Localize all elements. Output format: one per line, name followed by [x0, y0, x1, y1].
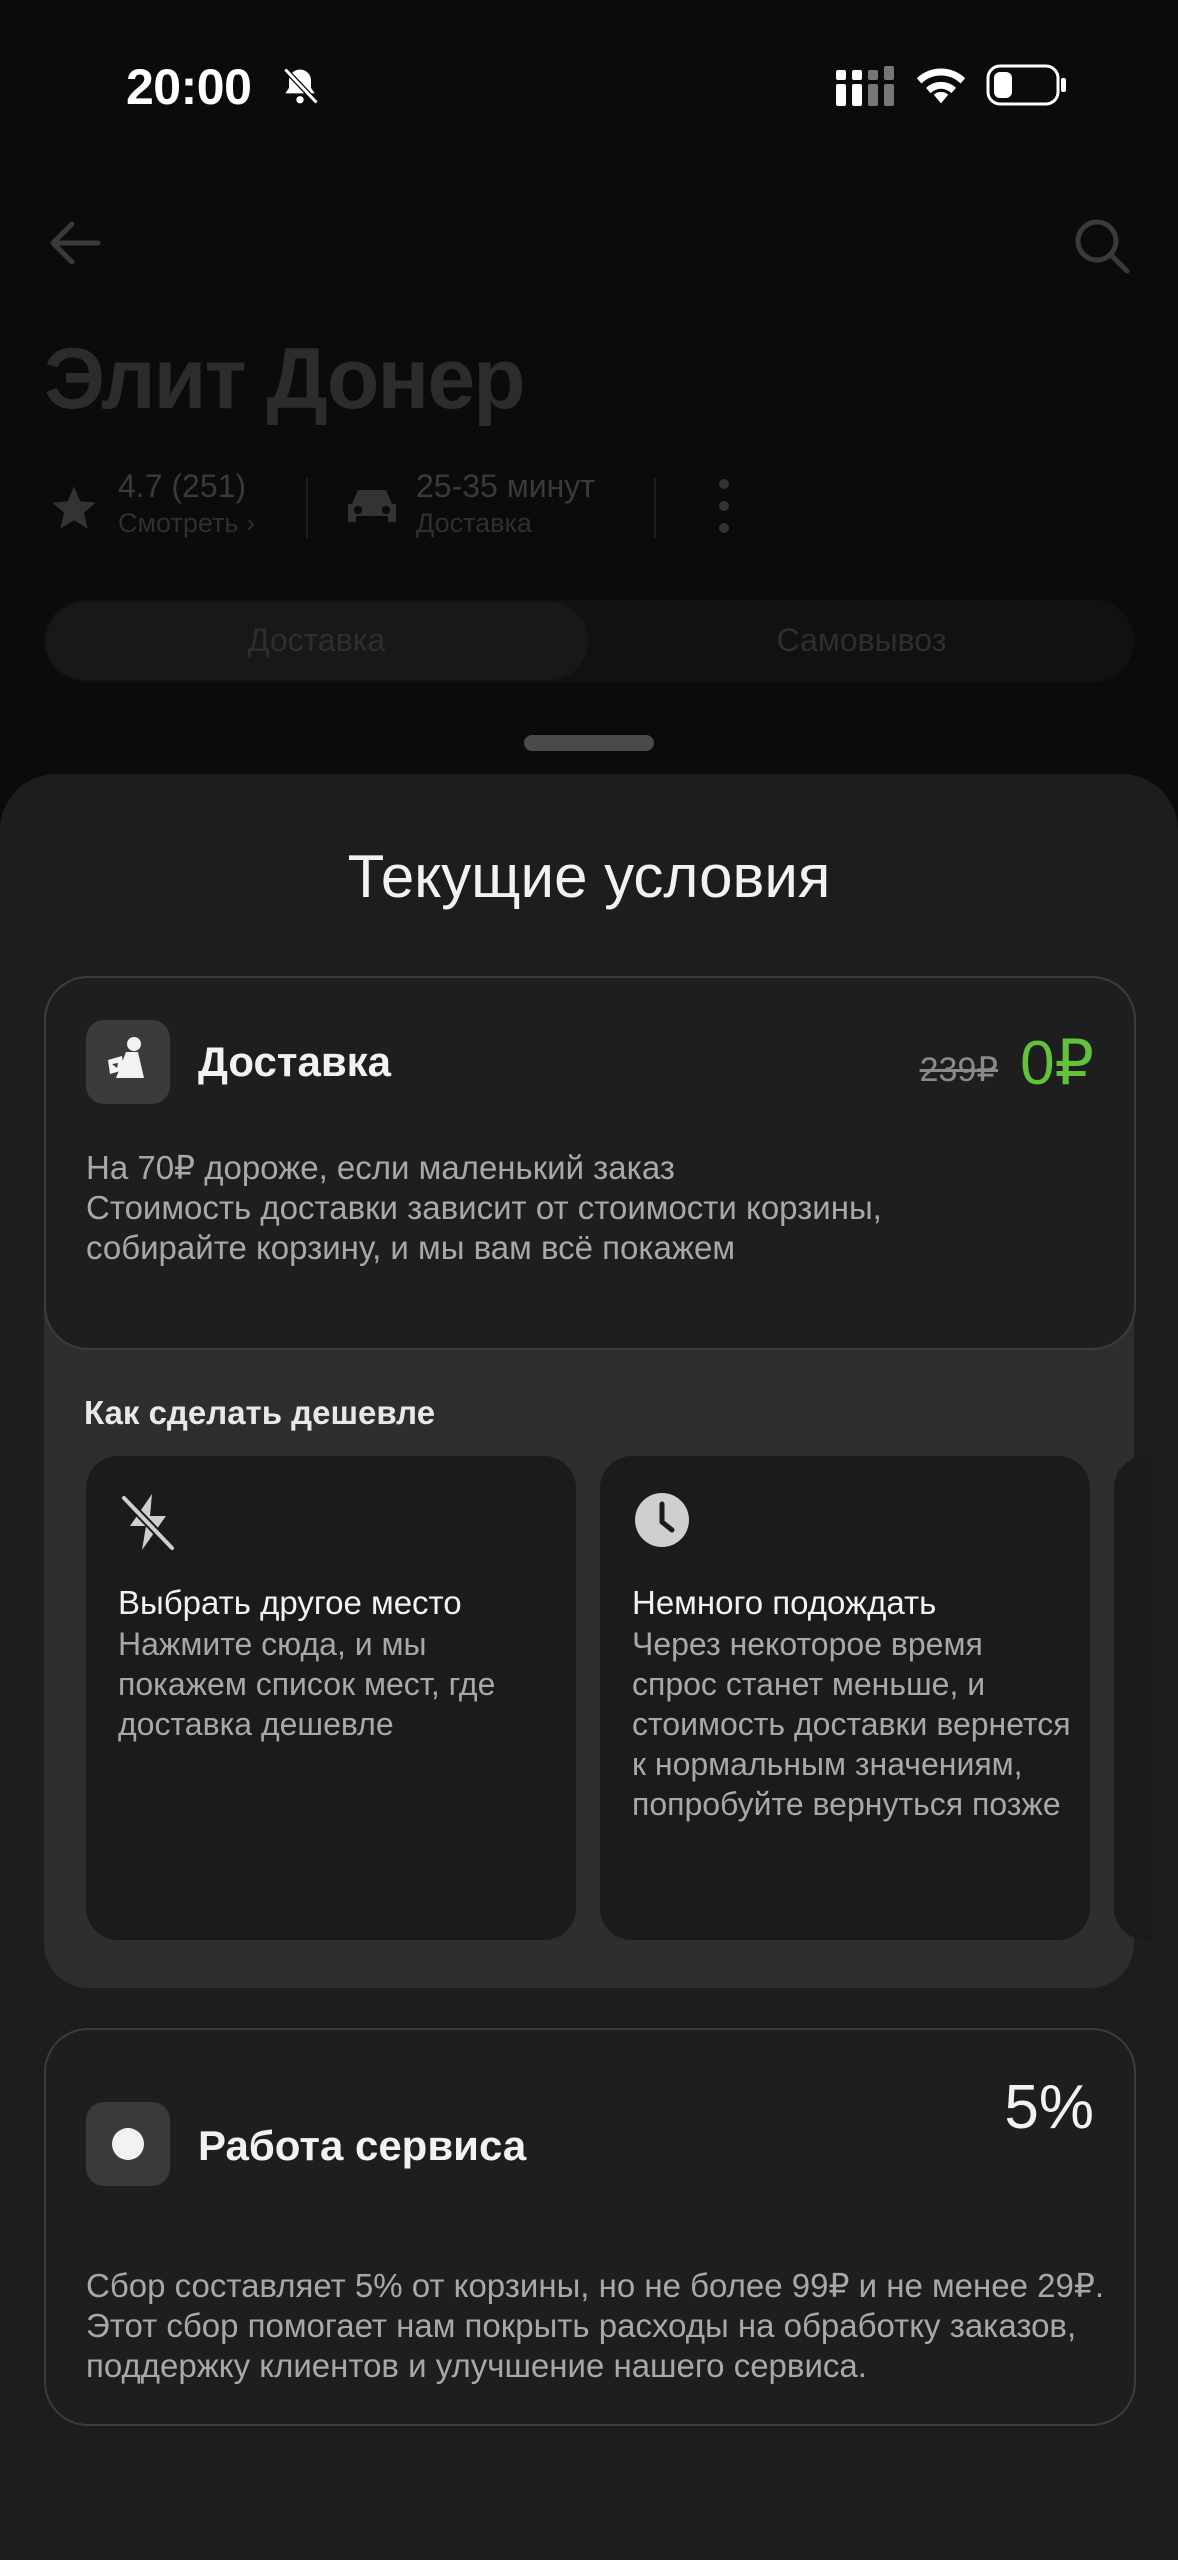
divider — [306, 478, 308, 538]
sheet-title: Текущие условия — [347, 843, 831, 910]
tip-title: Немного подождать — [632, 1584, 937, 1621]
service-fee-percent: 5% — [1004, 2073, 1094, 2142]
lightning-off-icon — [118, 1490, 178, 1559]
old-delivery-price: 239₽ — [919, 1051, 998, 1089]
service-card-title: Работа сервиса — [198, 2122, 527, 2169]
service-fee-card[interactable]: Работа сервиса 5% Сбор составляет 5% от … — [44, 2028, 1136, 2426]
delivery-card[interactable]: Доставка 239₽ 0₽ На 70₽ дороже, если мал… — [44, 976, 1136, 1350]
battery-icon — [986, 64, 1068, 113]
tip-title: Выбрать другое место — [118, 1584, 462, 1621]
service-fee-description: Сбор составляет 5% от корзины, но не бол… — [86, 2267, 1105, 2384]
delivery-card-description: На 70₽ дороже, если маленький заказ Стои… — [86, 1148, 1086, 1268]
service-icon-square — [86, 2102, 170, 2186]
cellular-signal-icon — [836, 66, 898, 111]
new-delivery-price: 0₽ — [1020, 1029, 1094, 1098]
rating-link[interactable]: Смотреть › — [118, 508, 255, 539]
description-line: собирайте корзину, и мы вам всё покажем — [86, 1229, 736, 1266]
restaurant-name: Элит Донер — [44, 331, 526, 427]
back-arrow-icon[interactable] — [48, 220, 102, 271]
sheet-grabber[interactable] — [524, 735, 654, 751]
restaurant-page: Элит Донер 4.7 (251) Смотреть › 25-35 ми… — [0, 170, 1178, 770]
status-bar: 20:00 — [0, 0, 1178, 170]
divider — [654, 478, 656, 538]
tab-delivery[interactable]: Доставка — [44, 622, 589, 659]
star-icon — [48, 482, 100, 539]
tip-card-wait[interactable]: Немного подождать Через некоторое время … — [600, 1456, 1090, 1940]
delivery-conditions-block: Доставка 239₽ 0₽ На 70₽ дороже, если мал… — [44, 976, 1154, 1988]
more-vertical-icon[interactable] — [714, 476, 734, 541]
courier-icon — [86, 1020, 170, 1104]
delivery-mode-switch: Доставка Самовывоз — [44, 600, 1134, 682]
clock-icon — [632, 1490, 692, 1555]
dot-icon — [112, 2128, 144, 2160]
tip-card-other-place[interactable]: Выбрать другое место Нажмите сюда, и мы … — [86, 1456, 576, 1940]
tip-card-next-peek[interactable] — [1114, 1456, 1154, 1940]
wifi-icon — [912, 62, 970, 111]
search-icon[interactable] — [1072, 216, 1132, 281]
description-line: Стоимость доставки зависит от стоимости … — [86, 1189, 882, 1226]
car-icon — [344, 482, 400, 535]
tip-description: Через некоторое время спрос станет меньш… — [632, 1626, 1071, 1822]
delivery-time-label: Доставка — [416, 508, 532, 538]
status-time: 20:00 — [126, 59, 252, 115]
tip-description: Нажмите сюда, и мы покажем список мест, … — [118, 1626, 496, 1742]
conditions-sheet: Текущие условия Доставка 239₽ 0₽ На 70₽ … — [0, 774, 1178, 2560]
cheaper-section-title: Как сделать дешевле — [84, 1394, 436, 1431]
bell-muted-icon — [278, 64, 322, 113]
description-line: На 70₽ дороже, если маленький заказ — [86, 1149, 675, 1186]
delivery-card-title: Доставка — [198, 1038, 392, 1085]
restaurant-info-row: 4.7 (251) Смотреть › 25-35 минут Доставк… — [44, 468, 1144, 548]
delivery-time-value: 25-35 минут — [416, 468, 595, 504]
rating-link-label: Смотреть — [118, 508, 239, 538]
tab-pickup[interactable]: Самовывоз — [589, 622, 1134, 659]
rating-value: 4.7 (251) — [118, 468, 247, 504]
chevron-right-icon: › — [245, 508, 255, 538]
